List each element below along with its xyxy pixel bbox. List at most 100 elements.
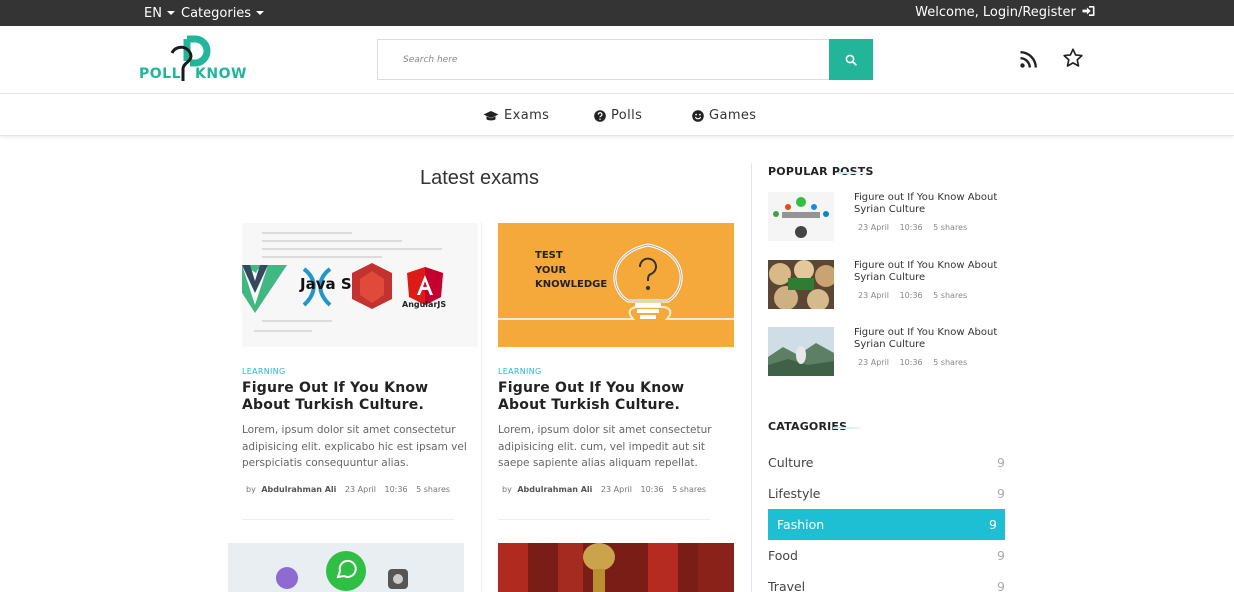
nav-label-exams: Exams [504, 108, 550, 123]
login-register-link[interactable]: Welcome, Login/Register [915, 5, 1095, 20]
card-title[interactable]: Figure Out If You Know About Turkish Cul… [242, 380, 478, 414]
category-item[interactable]: Food 9 [768, 540, 1005, 571]
card-date: 23 April [344, 485, 376, 494]
welcome-text: Welcome, Login/Register [915, 5, 1076, 20]
sign-in-icon [1082, 6, 1095, 16]
post-date: 23 April [858, 358, 890, 367]
card-author[interactable]: Abdulrahman Ali [261, 485, 336, 494]
smile-icon [692, 109, 704, 122]
category-count: 9 [997, 455, 1005, 470]
star-icon[interactable] [1062, 47, 1084, 69]
heading-underline [833, 427, 861, 429]
card-tag[interactable]: LEARNING [242, 367, 285, 376]
column-divider [481, 223, 482, 592]
heading-underline [838, 172, 866, 174]
post-thumbnail[interactable] [768, 327, 834, 376]
categories-label: Categories [181, 6, 252, 21]
card-author[interactable]: Abdulrahman Ali [517, 485, 592, 494]
search-icon [845, 54, 857, 66]
nav-label-polls: Polls [611, 108, 643, 123]
site-logo[interactable]: POLL KNOW [139, 35, 246, 83]
post-date: 23 April [858, 223, 890, 232]
graduation-cap-icon [483, 110, 499, 120]
categories-dropdown[interactable]: Categories [181, 6, 265, 21]
chevron-down-icon [256, 10, 265, 15]
post-thumbnail-image [768, 260, 834, 309]
category-name: Food [768, 548, 798, 563]
post-shares: 5 shares [933, 358, 968, 367]
post-time: 10:36 [899, 223, 923, 232]
exam-card-image[interactable] [228, 543, 464, 592]
card-meta: by Abdulrahman Ali 23 April 10:36 5 shar… [502, 485, 706, 494]
popular-posts-heading: POPULAR POSTS [768, 165, 874, 178]
test-knowledge-image: TEST YOUR KNOWLEDGE [498, 223, 734, 347]
post-title[interactable]: Figure out If You Know About Syrian Cult… [854, 260, 1004, 284]
search-input[interactable] [378, 40, 830, 79]
exam-card[interactable]: TEST YOUR KNOWLEDGE LEARNING Figure Out … [498, 223, 734, 523]
svg-text:TEST: TEST [535, 250, 563, 261]
exam-card-image[interactable]: Java Script AngularJS [242, 223, 478, 347]
post-thumbnail[interactable] [768, 260, 834, 309]
category-count: 9 [989, 517, 997, 532]
category-item-active[interactable]: Fashion 9 [768, 509, 1005, 540]
site-header: POLL KNOW [0, 26, 1234, 94]
post-shares: 5 shares [933, 223, 968, 232]
category-item[interactable]: Culture 9 [768, 447, 1005, 478]
category-item[interactable]: Lifestyle 9 [768, 478, 1005, 509]
category-count: 9 [997, 486, 1005, 501]
social-icons-image [228, 543, 464, 592]
search-bar [377, 39, 873, 80]
card-time: 10:36 [384, 485, 408, 494]
meta-by: by [246, 485, 256, 494]
svg-text:AngularJS: AngularJS [402, 300, 446, 309]
post-meta: 23 April 10:36 5 shares [858, 291, 975, 300]
category-name: Fashion [777, 517, 825, 532]
post-date: 23 April [858, 291, 890, 300]
nav-label-games: Games [709, 108, 757, 123]
exam-card-image[interactable] [498, 543, 734, 592]
card-date: 23 April [600, 485, 632, 494]
exam-card[interactable]: Java Script AngularJS LEARNING Figure Ou… [242, 223, 478, 523]
category-item[interactable]: Travel 9 [768, 571, 1005, 592]
card-description: Lorem, ipsum dolor sit amet consectetur … [498, 424, 712, 469]
card-shares: 5 shares [416, 485, 451, 494]
top-bar: EN Categories Welcome, Login/Register [0, 0, 1234, 26]
main-nav: Exams Polls Games [0, 94, 1234, 136]
exam-card-image[interactable]: TEST YOUR KNOWLEDGE [498, 223, 734, 347]
sidebar-divider [751, 163, 752, 592]
post-meta: 23 April 10:36 5 shares [858, 223, 975, 232]
category-name: Travel [768, 579, 806, 592]
post-thumbnail-image [768, 192, 834, 241]
card-separator [242, 519, 454, 520]
card-time: 10:36 [640, 485, 664, 494]
post-title[interactable]: Figure out If You Know About Syrian Cult… [854, 192, 1004, 216]
card-separator [498, 519, 710, 520]
nav-item-polls[interactable]: Polls [594, 108, 642, 123]
world-cup-image [498, 543, 734, 592]
category-name: Lifestyle [768, 486, 821, 501]
popular-post[interactable]: Figure out If You Know About Syrian Cult… [768, 192, 1008, 242]
category-count: 9 [997, 548, 1005, 563]
popular-post[interactable]: Figure out If You Know About Syrian Cult… [768, 260, 1008, 310]
nav-item-games[interactable]: Games [692, 108, 756, 123]
search-button[interactable] [829, 39, 873, 80]
card-shares: 5 shares [672, 485, 707, 494]
post-time: 10:36 [899, 291, 923, 300]
popular-post[interactable]: Figure out If You Know About Syrian Cult… [768, 327, 1008, 377]
language-label: EN [144, 6, 162, 21]
rss-icon[interactable] [1019, 49, 1039, 69]
post-thumbnail-image [768, 327, 834, 376]
js-frameworks-image: Java Script AngularJS [242, 223, 478, 347]
post-thumbnail[interactable] [768, 192, 834, 241]
post-shares: 5 shares [933, 291, 968, 300]
card-tag[interactable]: LEARNING [498, 367, 541, 376]
question-circle-icon [594, 109, 606, 122]
logo-text-poll: POLL [139, 66, 182, 82]
svg-text:KNOWLEDGE: KNOWLEDGE [535, 279, 607, 290]
card-title[interactable]: Figure Out If You Know About Turkish Cul… [498, 380, 734, 414]
language-dropdown[interactable]: EN [144, 6, 175, 21]
nav-item-exams[interactable]: Exams [483, 108, 549, 123]
post-title[interactable]: Figure out If You Know About Syrian Cult… [854, 327, 1004, 351]
category-count: 9 [997, 579, 1005, 592]
logo-text-know: KNOW [195, 66, 247, 82]
